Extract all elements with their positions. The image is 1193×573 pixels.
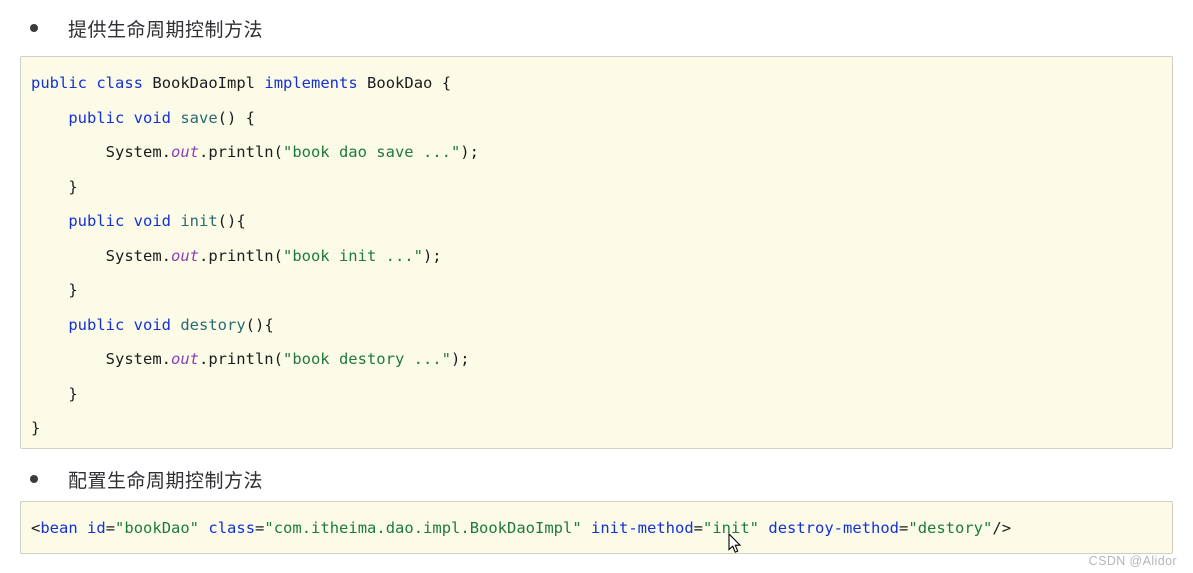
code-token-kw: public <box>68 315 125 334</box>
code-token-type: BookDaoImpl <box>152 74 256 92</box>
java-code-block[interactable]: public class BookDaoImpl implements Book… <box>20 56 1173 449</box>
code-token-punct: /> <box>992 519 1012 537</box>
code-token-field: out <box>170 246 199 265</box>
code-token-kw: public <box>68 108 125 127</box>
code-token-method: save <box>180 108 218 127</box>
code-token-punct: ); <box>450 350 470 368</box>
code-token-string: "bookDao" <box>115 519 200 537</box>
code-token-attr: destroy-method <box>768 519 900 537</box>
code-token-kw: void <box>133 108 171 127</box>
bullet-dot-icon <box>30 475 38 483</box>
code-token-punct: < <box>31 519 41 537</box>
code-token-punct: ); <box>422 246 442 265</box>
code-line: System.out.println("book init ..."); <box>31 239 1172 274</box>
code-line: <bean id="bookDao" class="com.itheima.da… <box>31 511 1172 545</box>
code-token-plain: .println( <box>198 350 283 368</box>
code-token-punct: = <box>693 519 704 537</box>
code-token-kw: class <box>96 74 144 92</box>
code-token-tag: bean <box>40 519 78 537</box>
code-line: System.out.println("book destory ..."); <box>31 342 1172 377</box>
code-token-attr: id <box>87 519 106 537</box>
code-token-kw: void <box>133 212 171 230</box>
code-token-method: init <box>180 212 218 230</box>
bullet-heading-configure-lifecycle-methods: 配置生命周期控制方法 <box>0 457 1193 501</box>
code-token-punct: () { <box>217 108 255 127</box>
code-line: } <box>31 273 1172 308</box>
code-line: } <box>31 411 1172 446</box>
code-token-kw: public <box>68 212 125 230</box>
code-line: } <box>31 170 1172 205</box>
code-token-plain: .println( <box>198 143 283 161</box>
code-token-field: out <box>170 143 199 161</box>
code-token-punct: (){ <box>217 212 246 230</box>
bullet-dot-icon <box>30 24 38 32</box>
code-token-attr: init-method <box>591 519 694 537</box>
code-token-plain: System. <box>105 143 171 161</box>
code-token-string: "book init ..." <box>282 246 423 265</box>
code-token-punct: = <box>899 519 909 537</box>
code-line: } <box>31 377 1172 412</box>
code-line: public void init(){ <box>31 204 1172 239</box>
code-token-punct: } <box>31 281 78 299</box>
code-token-punct: { <box>432 74 452 92</box>
code-token-punct: = <box>255 519 265 537</box>
xml-code-block[interactable]: <bean id="bookDao" class="com.itheima.da… <box>20 501 1173 554</box>
code-line: public void save() { <box>31 101 1172 136</box>
watermark-label: CSDN @Alidor <box>1088 554 1177 568</box>
code-token-punct: (){ <box>245 315 274 334</box>
code-token-plain: .println( <box>198 246 283 265</box>
code-token-punct: } <box>31 419 41 437</box>
code-token-string: "destory" <box>908 519 993 537</box>
code-line: System.out.println("book dao save ..."); <box>31 135 1172 170</box>
code-line: public void destory(){ <box>31 308 1172 343</box>
code-token-type: BookDao <box>367 74 433 92</box>
code-token-string: "book dao save ..." <box>282 143 461 161</box>
code-token-punct: = <box>105 519 116 537</box>
code-token-field: out <box>170 350 199 368</box>
code-token-method: destory <box>180 315 246 334</box>
code-token-kw: public <box>31 74 87 92</box>
code-token-punct: } <box>31 384 78 403</box>
bullet-heading-label: 配置生命周期控制方法 <box>68 470 264 492</box>
code-token-string: "com.itheima.dao.impl.BookDaoImpl" <box>264 519 582 537</box>
code-token-kw: implements <box>264 74 358 92</box>
code-token-attr: class <box>208 519 256 537</box>
code-token-punct: } <box>31 177 78 196</box>
code-line: public class BookDaoImpl implements Book… <box>31 66 1172 101</box>
code-token-kw: void <box>133 315 171 334</box>
code-token-punct: ); <box>460 143 479 161</box>
code-token-string: "init" <box>703 519 760 537</box>
code-token-plain: System. <box>105 246 171 265</box>
code-token-string: "book destory ..." <box>282 350 451 368</box>
bullet-heading-provide-lifecycle-methods: 提供生命周期控制方法 <box>0 0 1193 56</box>
bullet-heading-label: 提供生命周期控制方法 <box>68 19 264 41</box>
code-token-plain: System. <box>105 350 171 368</box>
